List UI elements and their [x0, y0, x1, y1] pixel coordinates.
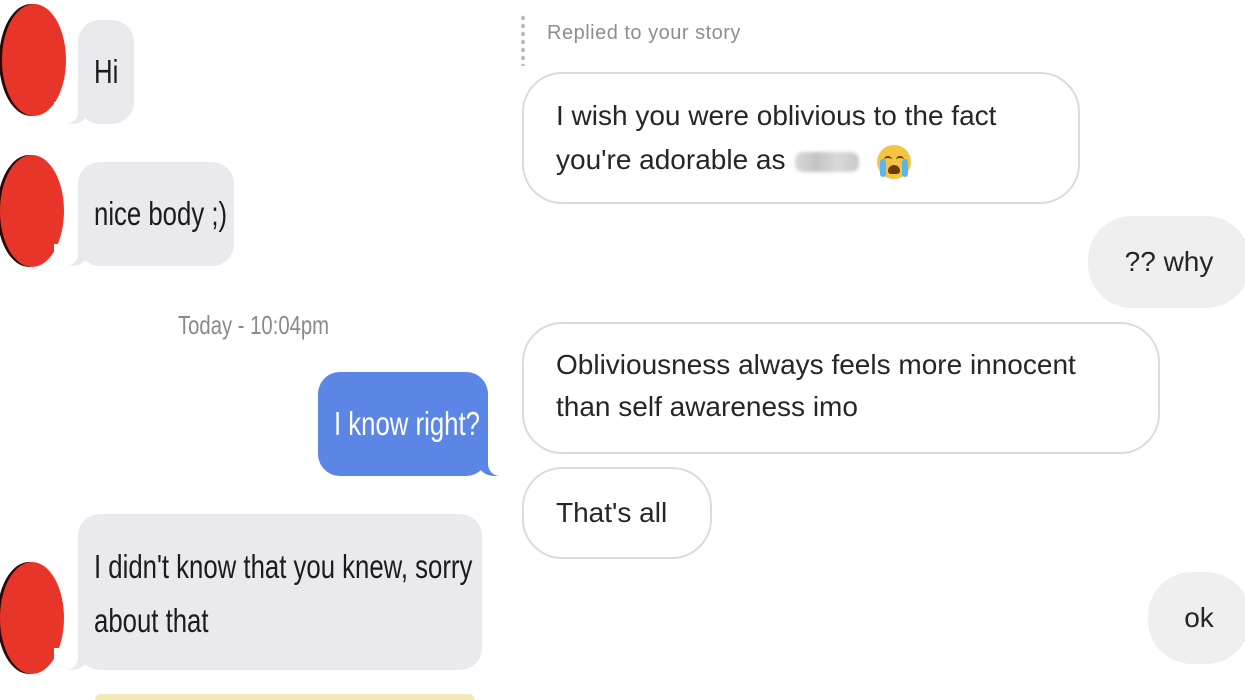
- partial-message-bubble: [95, 694, 475, 700]
- incoming-message-obliviousness[interactable]: Obliviousness always feels more innocent…: [522, 322, 1160, 454]
- incoming-message-didnt-know[interactable]: I didn't know that you knew, sorry about…: [54, 514, 482, 670]
- message-text: That's all: [556, 497, 668, 528]
- message-text-line-2-wrapper: you're adorable as: [556, 138, 1046, 182]
- message-text: I know right?: [334, 405, 480, 442]
- message-text-line-2: you're adorable as: [556, 144, 786, 175]
- incoming-message-thats-all[interactable]: That's all: [522, 467, 712, 559]
- message-text: nice body ;): [94, 195, 228, 232]
- loudly-crying-face-icon: [877, 144, 912, 179]
- outgoing-message-why[interactable]: ?? why: [1088, 216, 1245, 308]
- message-text: ?? why: [1124, 246, 1214, 277]
- story-reply-label: Replied to your story: [547, 22, 741, 44]
- conversation-timestamp: Today - 10:04pm: [178, 310, 330, 340]
- sms-conversation-panel: Hi nice body ;) Today - 10:04pm I know r…: [0, 0, 505, 700]
- message-text-line-2: than self awareness imo: [556, 391, 858, 422]
- message-text: ok: [1184, 602, 1214, 633]
- instagram-dm-panel: Replied to your story I wish you were ob…: [505, 0, 1245, 700]
- message-text: Hi: [94, 53, 119, 90]
- outgoing-message-i-know-right[interactable]: I know right?: [318, 372, 505, 476]
- contact-avatar-1[interactable]: [2, 4, 66, 116]
- message-text-line-1: I wish you were oblivious to the fact: [556, 100, 997, 131]
- message-text-line-2: about that: [94, 602, 209, 639]
- outgoing-message-ok[interactable]: ok: [1148, 572, 1245, 664]
- story-reply-indicator: [521, 14, 525, 66]
- message-text-line-1: Obliviousness always feels more innocent: [556, 349, 1076, 380]
- message-text-line-1: I didn't know that you knew, sorry: [94, 548, 473, 585]
- incoming-message-hi[interactable]: Hi: [54, 20, 134, 124]
- censored-word: [795, 151, 860, 172]
- incoming-message-oblivious[interactable]: I wish you were oblivious to the fact yo…: [522, 72, 1080, 204]
- incoming-message-nice-body[interactable]: nice body ;): [54, 162, 234, 266]
